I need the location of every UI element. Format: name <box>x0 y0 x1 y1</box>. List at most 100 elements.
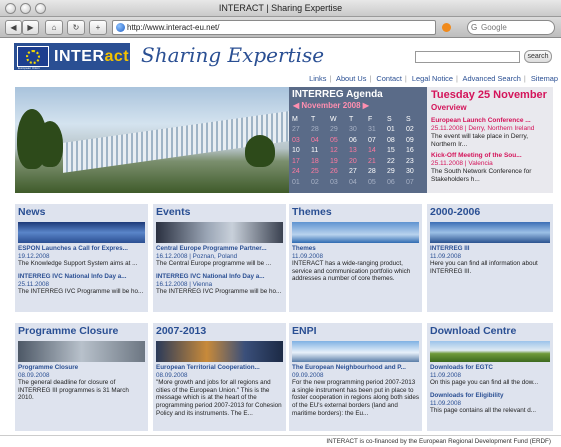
downloads-thumbnail <box>430 341 550 362</box>
weekday-header: S <box>387 115 392 123</box>
browser-search-placeholder: Google <box>481 23 507 32</box>
nav-links[interactable]: Links <box>309 74 326 83</box>
calendar-day[interactable]: 08 <box>387 135 406 146</box>
globe-icon <box>116 23 125 32</box>
calendar-day[interactable]: 07 <box>406 177 425 188</box>
forward-button[interactable]: ▶ <box>22 20 39 35</box>
calendar-day[interactable]: 11 <box>311 146 330 157</box>
calendar-day[interactable]: 01 <box>387 125 406 136</box>
calendar-day[interactable]: 25 <box>311 167 330 178</box>
calendar-day[interactable]: 05 <box>368 177 387 188</box>
calendar-day[interactable]: 27 <box>292 125 311 136</box>
calendar-day[interactable]: 10 <box>292 146 311 157</box>
nav-about-us[interactable]: About Us <box>336 74 366 83</box>
calendar-day[interactable]: 18 <box>311 156 330 167</box>
page-footer: INTERACT is co-financed by the European … <box>0 435 561 447</box>
calendar-day[interactable]: 04 <box>349 177 368 188</box>
panel-title[interactable]: 2007-2013 <box>156 325 206 337</box>
calendar-day[interactable]: 06 <box>387 177 406 188</box>
calendar-day[interactable]: 04 <box>311 135 330 146</box>
rss-icon[interactable] <box>442 23 451 32</box>
calendar-day[interactable]: 14 <box>368 146 387 157</box>
eu-caption: European Union <box>18 66 40 70</box>
period-entry[interactable]: INTERREG III 11.09.2008 Here you can fin… <box>430 245 550 275</box>
current-entry[interactable]: European Territorial Cooperation... 08.0… <box>156 364 284 417</box>
calendar-day[interactable]: 24 <box>292 167 311 178</box>
calendar-day[interactable]: 12 <box>330 146 349 157</box>
downloads-entry[interactable]: Downloads for EGTC 11.09.2008 On this pa… <box>430 364 550 387</box>
overview-item[interactable]: European Launch Conference ... 25.11.200… <box>431 117 551 149</box>
site-search-input[interactable] <box>415 51 520 63</box>
calendar-day[interactable]: 02 <box>311 177 330 188</box>
calendar-day[interactable]: 29 <box>330 125 349 136</box>
prev-month-icon[interactable]: ◀ <box>293 101 299 110</box>
themes-thumbnail <box>292 222 419 243</box>
interact-logo[interactable]: INTERact European Union <box>14 43 130 70</box>
browser-toolbar: ◀ ▶ ⌂ ↻ + http://www.interact-eu.net/ G … <box>0 17 561 38</box>
next-month-icon[interactable]: ▶ <box>363 101 369 110</box>
calendar-day[interactable]: 06 <box>349 135 368 146</box>
events-entry[interactable]: INTERREG IVC National Info Day a... 16.1… <box>156 273 284 296</box>
events-entry[interactable]: Central Europe Programme Partner... 16.1… <box>156 245 284 268</box>
home-button[interactable]: ⌂ <box>45 20 63 35</box>
nav-advanced-search[interactable]: Advanced Search <box>463 74 521 83</box>
nav-legal-notice[interactable]: Legal Notice <box>412 74 453 83</box>
site-search-button[interactable]: search <box>524 50 552 63</box>
calendar-day[interactable]: 21 <box>368 156 387 167</box>
back-button[interactable]: ◀ <box>5 20 22 35</box>
address-bar[interactable]: http://www.interact-eu.net/ <box>112 20 436 35</box>
calendar-day[interactable]: 13 <box>349 146 368 157</box>
panel-2000-2006: 2000-2006 INTERREG III 11.09.2008 Here y… <box>427 204 553 312</box>
panel-download-centre: Download Centre Downloads for EGTC 11.09… <box>427 323 553 431</box>
calendar-day[interactable]: 30 <box>406 167 425 178</box>
browser-search-input[interactable]: G Google <box>467 20 555 35</box>
themes-entry[interactable]: Themes 11.09.2008 INTERACT has a wide-ra… <box>292 245 420 283</box>
add-bookmark-button[interactable]: + <box>89 20 107 35</box>
closure-entry[interactable]: Programme Closure 08.09.2008 The general… <box>18 364 146 402</box>
calendar-day[interactable]: 16 <box>406 146 425 157</box>
panel-title[interactable]: ENPI <box>292 325 317 337</box>
nav-sitemap[interactable]: Sitemap <box>531 74 558 83</box>
calendar-day[interactable]: 23 <box>406 156 425 167</box>
calendar-day[interactable]: 03 <box>330 177 349 188</box>
news-entry[interactable]: INTERREG IVC National Info Day a... 25.1… <box>18 273 146 296</box>
news-entry[interactable]: ESPON Launches a Call for Expres... 19.1… <box>18 245 146 268</box>
panel-title[interactable]: News <box>18 206 45 218</box>
calendar-day[interactable]: 20 <box>349 156 368 167</box>
enpi-entry[interactable]: The European Neighbourhood and P... 09.0… <box>292 364 420 417</box>
calendar-day[interactable]: 29 <box>387 167 406 178</box>
panel-title[interactable]: Themes <box>292 206 332 218</box>
calendar-day[interactable]: 01 <box>292 177 311 188</box>
calendar-day[interactable]: 07 <box>368 135 387 146</box>
calendar-day[interactable]: 30 <box>349 125 368 136</box>
downloads-entry[interactable]: Downloads for Eligibility 11.09.2008 Thi… <box>430 392 550 415</box>
panel-title[interactable]: Events <box>156 206 190 218</box>
calendar-day[interactable]: 09 <box>406 135 425 146</box>
calendar-day[interactable]: 17 <box>292 156 311 167</box>
panel-programme-closure: Programme Closure Programme Closure 08.0… <box>15 323 148 431</box>
panel-title[interactable]: 2000-2006 <box>430 206 480 218</box>
site-tagline: Sharing Expertise <box>141 43 325 67</box>
calendar-day[interactable]: 19 <box>330 156 349 167</box>
calendar-day[interactable]: 15 <box>387 146 406 157</box>
news-thumbnail <box>18 222 145 243</box>
nav-contact[interactable]: Contact <box>376 74 401 83</box>
calendar-day[interactable]: 05 <box>330 135 349 146</box>
calendar-day[interactable]: 03 <box>292 135 311 146</box>
calendar-day[interactable]: 26 <box>330 167 349 178</box>
calendar-day[interactable]: 31 <box>368 125 387 136</box>
calendar-day[interactable]: 27 <box>349 167 368 178</box>
overview-item[interactable]: Kick-Off Meeting of the Sou... 25.11.200… <box>431 152 551 184</box>
weekday-header: M <box>292 115 298 123</box>
panel-title[interactable]: Programme Closure <box>18 325 118 337</box>
window-title: INTERACT | Sharing Expertise <box>218 3 343 13</box>
weekday-header: T <box>311 115 316 123</box>
calendar-day[interactable]: 02 <box>406 125 425 136</box>
reload-button[interactable]: ↻ <box>67 20 85 35</box>
calendar-day[interactable]: 28 <box>368 167 387 178</box>
panel-title[interactable]: Download Centre <box>430 325 516 337</box>
calendar-day[interactable]: 28 <box>311 125 330 136</box>
panel-enpi: ENPI The European Neighbourhood and P...… <box>289 323 422 431</box>
overview-heading: Overview <box>431 103 467 112</box>
calendar-day[interactable]: 22 <box>387 156 406 167</box>
